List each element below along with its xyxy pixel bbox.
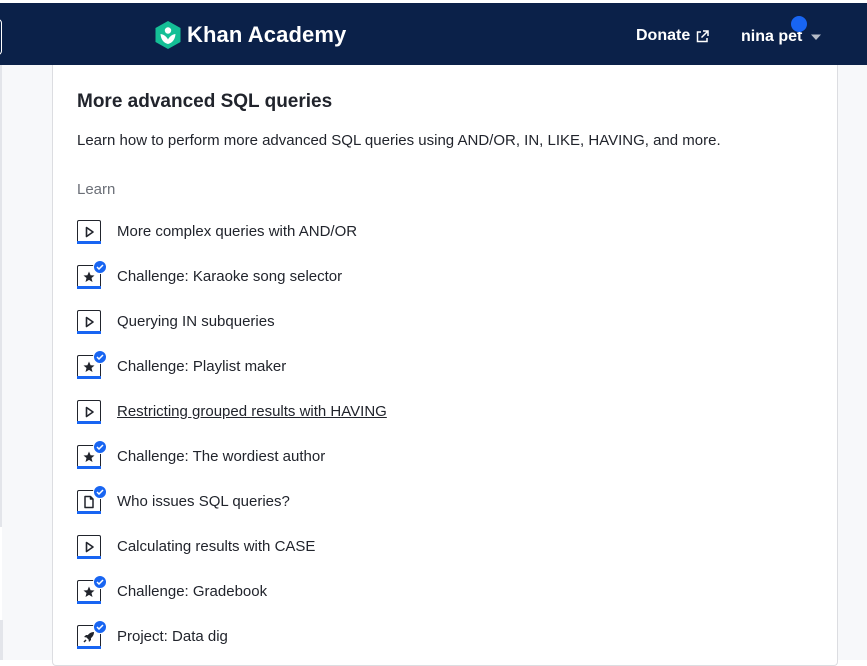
user-name: nina pet [741, 28, 803, 45]
content-item[interactable]: Calculating results with CASE [77, 524, 817, 569]
unit-description: Learn how to perform more advanced SQL q… [77, 132, 721, 149]
star-icon [77, 574, 107, 604]
article-icon [77, 484, 107, 514]
star-icon [77, 349, 107, 379]
content-item-label: More complex queries with AND/OR [117, 223, 358, 240]
completed-check-icon [93, 349, 107, 364]
content-item[interactable]: Who issues SQL queries? [77, 479, 817, 524]
donate-label: Donate [636, 27, 691, 44]
section-label-learn: Learn [77, 181, 116, 198]
left-panel-edge [0, 65, 2, 527]
rocket-icon [77, 619, 107, 649]
content-item[interactable]: Challenge: Gradebook [77, 569, 817, 614]
content-item[interactable]: More complex queries with AND/OR [77, 209, 817, 254]
content-item[interactable]: Restricting grouped results with HAVING [77, 389, 817, 434]
content-item-label: Project: Data dig [117, 628, 228, 645]
logo-text: Khan Academy [187, 22, 347, 47]
unit-title: More advanced SQL queries [77, 91, 333, 112]
content-item-label: Calculating results with CASE [117, 538, 316, 555]
unit-card: More advanced SQL queries Learn how to p… [52, 65, 838, 666]
donate-link[interactable]: Donate [636, 25, 709, 47]
left-panel-edge-lower [0, 620, 3, 660]
content-list: More complex queries with AND/OR Challen… [77, 209, 817, 659]
top-edge [0, 0, 867, 3]
menu-button[interactable] [0, 19, 2, 55]
content-item[interactable]: Challenge: Playlist maker [77, 344, 817, 389]
khan-hexagon-icon [155, 21, 181, 49]
video-play-icon [77, 534, 101, 559]
content-item-label: Querying IN subqueries [117, 313, 275, 330]
completed-check-icon [93, 439, 107, 454]
content-item[interactable]: Challenge: Karaoke song selector [77, 254, 817, 299]
top-navigation-bar: Khan Academy Donate nina pet [0, 3, 867, 65]
content-item[interactable]: Querying IN subqueries [77, 299, 817, 344]
star-icon [77, 439, 107, 469]
completed-check-icon [93, 619, 107, 634]
content-item-label: Who issues SQL queries? [117, 493, 290, 510]
completed-check-icon [93, 259, 107, 274]
caret-down-icon [811, 34, 822, 40]
khan-academy-logo[interactable]: Khan Academy [155, 20, 346, 50]
completed-check-icon [93, 574, 107, 589]
content-item[interactable]: Challenge: The wordiest author [77, 434, 817, 479]
video-play-icon [77, 309, 101, 334]
content-item-label: Challenge: Gradebook [117, 583, 268, 600]
external-link-icon [696, 29, 709, 42]
content-item-label: Challenge: Playlist maker [117, 358, 287, 375]
content-item[interactable]: Project: Data dig [77, 614, 817, 659]
video-play-icon [77, 219, 101, 244]
content-item-label: Challenge: Karaoke song selector [117, 268, 343, 285]
content-item-label: Challenge: The wordiest author [117, 448, 326, 465]
user-menu[interactable]: nina pet [741, 25, 822, 49]
star-icon [77, 259, 107, 289]
notification-dot [791, 16, 807, 32]
video-play-icon [77, 399, 101, 424]
completed-check-icon [93, 484, 107, 499]
content-item-label: Restricting grouped results with HAVING [117, 403, 387, 420]
